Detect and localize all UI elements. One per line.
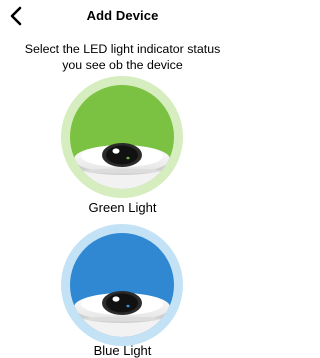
green-light-option[interactable]: Green Light [0,76,245,216]
instruction-line-1: Select the LED light indicator status [24,42,221,56]
instruction-text: Select the LED light indicator status yo… [4,41,241,73]
blue-light-label: Blue Light [93,343,152,358]
page-title: Add Device [86,8,159,23]
nav-bar: Add Device [0,0,245,32]
green-light-label: Green Light [88,200,157,215]
device-blue-led-icon [61,224,183,346]
instruction-line-2: you see ob the device [62,58,183,72]
device-green-led-icon [61,76,183,198]
blue-light-option[interactable]: Blue Light [0,224,245,358]
